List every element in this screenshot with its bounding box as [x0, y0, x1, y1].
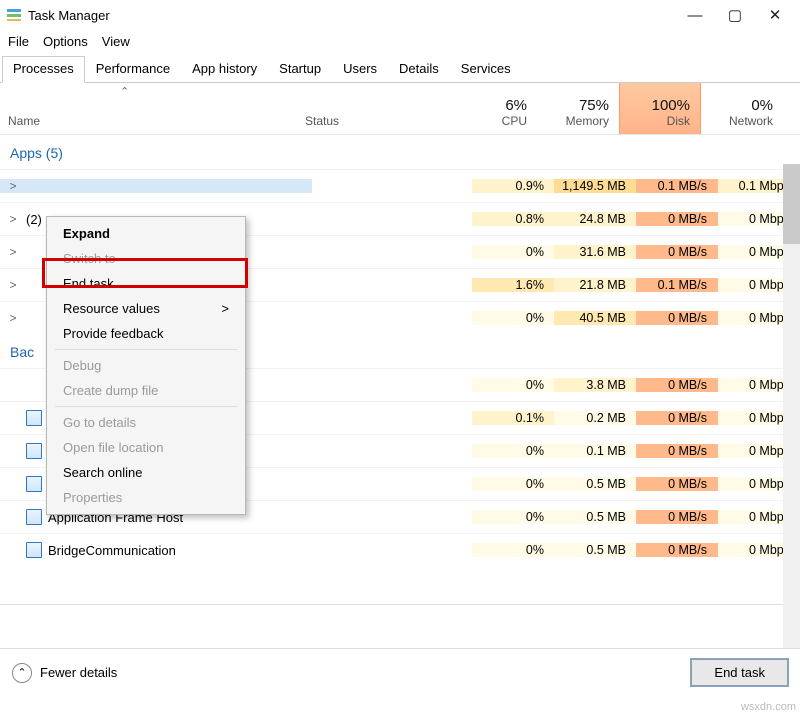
column-cpu[interactable]: 6%CPU: [455, 83, 537, 134]
cell-disk: 0 MB/s: [636, 245, 718, 259]
watermark: wsxdn.com: [741, 701, 796, 713]
tab-users[interactable]: Users: [332, 56, 388, 83]
cell-cpu: 0%: [472, 510, 554, 524]
context-menu-item[interactable]: Resource values>: [49, 296, 243, 321]
context-menu-item[interactable]: Expand: [49, 221, 243, 246]
expand-toggle[interactable]: >: [6, 245, 20, 259]
cell-cpu: 0.1%: [472, 411, 554, 425]
expand-toggle[interactable]: >: [6, 179, 20, 193]
menu-view[interactable]: View: [102, 34, 130, 49]
cell-disk: 0 MB/s: [636, 510, 718, 524]
app-icon: [6, 7, 22, 23]
minimize-button[interactable]: —: [686, 6, 704, 24]
chevron-right-icon: >: [221, 301, 229, 316]
process-icon: [26, 542, 42, 558]
cell-mem: 0.5 MB: [554, 543, 636, 557]
tab-processes[interactable]: Processes: [2, 56, 85, 83]
vertical-scrollbar[interactable]: [783, 164, 800, 648]
tab-strip: Processes Performance App history Startu…: [0, 52, 800, 83]
menu-bar: File Options View: [0, 30, 800, 52]
tab-services[interactable]: Services: [450, 56, 522, 83]
context-menu-item: Go to details: [49, 410, 243, 435]
process-row[interactable]: BridgeCommunication0%0.5 MB0 MB/s0 Mbps: [0, 533, 800, 566]
fewer-details-toggle[interactable]: ⌃ Fewer details: [12, 663, 117, 683]
cell-cpu: 0%: [472, 444, 554, 458]
tab-startup[interactable]: Startup: [268, 56, 332, 83]
footer-bar: ⌃ Fewer details End task: [0, 648, 800, 696]
cell-disk: 0 MB/s: [636, 477, 718, 491]
cell-disk: 0 MB/s: [636, 378, 718, 392]
cell-disk: 0.1 MB/s: [636, 278, 718, 292]
context-menu-item[interactable]: Provide feedback: [49, 321, 243, 346]
cell-disk: 0 MB/s: [636, 212, 718, 226]
cell-mem: 31.6 MB: [554, 245, 636, 259]
cell-mem: 3.8 MB: [554, 378, 636, 392]
column-network[interactable]: 0%Network: [701, 83, 783, 134]
cell-mem: 24.8 MB: [554, 212, 636, 226]
process-row[interactable]: >0.9%1,149.5 MB0.1 MB/s0.1 Mbps: [0, 169, 800, 202]
column-disk[interactable]: 100%Disk: [619, 83, 701, 134]
group-header: Apps (5): [0, 135, 800, 169]
context-menu-item: Create dump file: [49, 378, 243, 403]
cell-mem: 21.8 MB: [554, 278, 636, 292]
expand-toggle[interactable]: >: [6, 311, 20, 325]
column-header-row: ⌃ Name Status 6%CPU 75%Memory 100%Disk 0…: [0, 83, 800, 135]
context-menu: ExpandSwitch toEnd taskResource values>P…: [46, 216, 246, 515]
cell-cpu: 0%: [472, 543, 554, 557]
tab-details[interactable]: Details: [388, 56, 450, 83]
context-menu-item: Debug: [49, 353, 243, 378]
context-menu-item[interactable]: Search online: [49, 460, 243, 485]
context-menu-item: Properties: [49, 485, 243, 510]
maximize-button[interactable]: ▢: [726, 6, 744, 24]
cell-cpu: 0%: [472, 311, 554, 325]
process-name: BridgeCommunication: [48, 543, 176, 558]
cell-disk: 0.1 MB/s: [636, 179, 718, 193]
context-menu-item: Switch to: [49, 246, 243, 271]
context-menu-item[interactable]: End task: [49, 271, 243, 296]
cell-mem: 0.5 MB: [554, 477, 636, 491]
window-title: Task Manager: [28, 8, 686, 23]
cell-cpu: 0.8%: [472, 212, 554, 226]
cell-cpu: 0%: [472, 477, 554, 491]
process-icon: [26, 476, 42, 492]
expand-toggle[interactable]: >: [6, 278, 20, 292]
chevron-up-icon: ⌃: [12, 663, 32, 683]
tab-app-history[interactable]: App history: [181, 56, 268, 83]
sort-indicator-icon: ⌃: [120, 85, 129, 98]
expand-toggle[interactable]: >: [6, 212, 20, 226]
cell-mem: 0.1 MB: [554, 444, 636, 458]
column-status[interactable]: Status: [295, 83, 455, 134]
cell-cpu: 0%: [472, 378, 554, 392]
process-name: (2): [26, 212, 42, 227]
cell-cpu: 0%: [472, 245, 554, 259]
process-icon: [26, 410, 42, 426]
column-memory[interactable]: 75%Memory: [537, 83, 619, 134]
cell-disk: 0 MB/s: [636, 311, 718, 325]
title-bar: Task Manager — ▢ ✕: [0, 0, 800, 30]
cell-mem: 0.5 MB: [554, 510, 636, 524]
menu-options[interactable]: Options: [43, 34, 88, 49]
cell-mem: 40.5 MB: [554, 311, 636, 325]
context-menu-item: Open file location: [49, 435, 243, 460]
process-icon: [26, 443, 42, 459]
fewer-details-label: Fewer details: [40, 665, 117, 680]
column-name[interactable]: Name: [0, 83, 295, 134]
cell-disk: 0 MB/s: [636, 543, 718, 557]
process-icon: [26, 509, 42, 525]
menu-file[interactable]: File: [8, 34, 29, 49]
close-button[interactable]: ✕: [766, 6, 784, 24]
cell-disk: 0 MB/s: [636, 411, 718, 425]
cell-disk: 0 MB/s: [636, 444, 718, 458]
cell-cpu: 0.9%: [472, 179, 554, 193]
cell-mem: 1,149.5 MB: [554, 179, 636, 193]
cell-mem: 0.2 MB: [554, 411, 636, 425]
end-task-button[interactable]: End task: [691, 659, 788, 686]
tab-performance[interactable]: Performance: [85, 56, 181, 83]
cell-cpu: 1.6%: [472, 278, 554, 292]
